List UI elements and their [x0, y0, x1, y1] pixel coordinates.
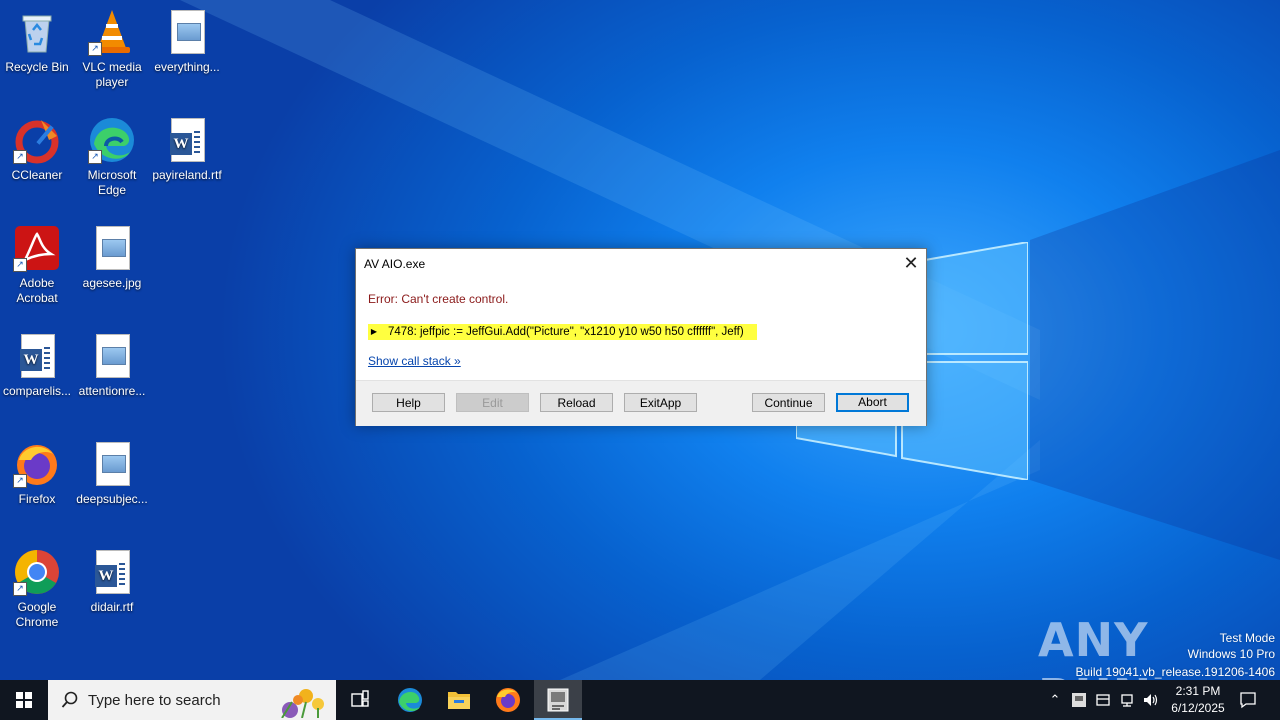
- desktop-icon-label: deepsubjec...: [76, 492, 148, 506]
- windows-start-icon: [16, 692, 32, 708]
- line-pointer-icon: ▶: [370, 327, 378, 336]
- word-document-icon: W: [88, 548, 136, 596]
- error-dialog: AV AIO.exe ✕ Error: Can't create control…: [355, 248, 927, 426]
- shortcut-arrow-icon: ↗: [13, 582, 27, 596]
- microsoft-edge-icon: [398, 688, 422, 712]
- word-document-icon: W: [163, 116, 211, 164]
- desktop-icon-label: Recycle Bin: [5, 60, 69, 74]
- desktop-icon-label: attentionre...: [78, 384, 146, 398]
- desktop-icon-label: VLC media player: [82, 60, 142, 89]
- shortcut-arrow-icon: ↗: [88, 150, 102, 164]
- task-view-icon: [351, 690, 369, 707]
- vlc-cone-icon: ↗: [88, 8, 136, 56]
- continue-button[interactable]: Continue: [752, 393, 825, 412]
- desktop-icon-attentionre[interactable]: attentionre...: [75, 332, 149, 399]
- help-button[interactable]: Help: [372, 393, 445, 412]
- reload-button[interactable]: Reload: [540, 393, 613, 412]
- shortcut-arrow-icon: ↗: [13, 258, 27, 272]
- taskbar-autohotkey-button[interactable]: [534, 680, 582, 720]
- desktop-icon-microsoft-edge[interactable]: ↗ Microsoft Edge: [75, 116, 149, 198]
- desktop-icon-label: Firefox: [18, 492, 56, 506]
- desktop-icon-adobe-acrobat[interactable]: ↗ Adobe Acrobat: [0, 224, 74, 306]
- desktop-icon-label: agesee.jpg: [82, 276, 142, 290]
- desktop-icon-agesee-jpg[interactable]: agesee.jpg: [75, 224, 149, 291]
- desktop-icon-comparelis[interactable]: W comparelis...: [0, 332, 74, 399]
- taskbar-search-box[interactable]: Type here to search: [48, 680, 336, 720]
- show-hidden-icons-chevron-up-icon[interactable]: ⌃: [1046, 691, 1064, 709]
- word-document-icon: W: [13, 332, 61, 380]
- defender-security-icon[interactable]: [1094, 691, 1112, 709]
- watermark-os: Windows 10 Pro: [1187, 647, 1275, 661]
- taskbar-file-explorer-button[interactable]: [435, 680, 483, 720]
- tray-app-icon[interactable]: [1070, 691, 1088, 709]
- watermark-build: Build 19041.vb_release.191206-1406: [1075, 665, 1276, 679]
- desktop-icon-didair-rtf[interactable]: W didair.rtf: [75, 548, 149, 615]
- code-line-text: 7478: jeffpic := JeffGui.Add("Picture", …: [388, 326, 744, 338]
- clock-time: 2:31 PM: [1175, 684, 1221, 698]
- desktop-icon-label: everything...: [154, 60, 220, 74]
- autohotkey-app-icon: [547, 688, 569, 712]
- desktop-icon-firefox[interactable]: ↗ Firefox: [0, 440, 74, 507]
- edit-button[interactable]: Edit: [456, 393, 529, 412]
- desktop-icon-ccleaner[interactable]: ↗ CCleaner: [0, 116, 74, 183]
- search-placeholder: Type here to search: [88, 692, 221, 709]
- error-code-line: ▶ 7478: jeffpic := JeffGui.Add("Picture"…: [368, 324, 757, 340]
- task-view-button[interactable]: [336, 680, 384, 720]
- desktop-icon-label: comparelis...: [2, 384, 72, 398]
- firefox-icon: ↗: [13, 440, 61, 488]
- start-button[interactable]: [0, 680, 48, 720]
- dialog-button-bar: Help Edit Reload ExitApp Continue Abort: [356, 380, 926, 426]
- folder-icon: [448, 692, 470, 709]
- desktop-icon-label: payireland.rtf: [152, 168, 222, 182]
- shortcut-arrow-icon: ↗: [13, 150, 27, 164]
- microsoft-edge-icon: ↗: [88, 116, 136, 164]
- desktop-icon-google-chrome[interactable]: ↗ Google Chrome: [0, 548, 74, 630]
- firefox-icon: [496, 688, 520, 712]
- volume-icon[interactable]: [1142, 691, 1160, 709]
- desktop-icon-label: Adobe Acrobat: [16, 276, 58, 305]
- desktop-icon-vlc[interactable]: ↗ VLC media player: [75, 8, 149, 90]
- desktop-icon-deepsubjec[interactable]: deepsubjec...: [75, 440, 149, 507]
- exitapp-button[interactable]: ExitApp: [624, 393, 697, 412]
- show-call-stack-link[interactable]: Show call stack »: [368, 354, 461, 368]
- desktop-icon-everything[interactable]: everything...: [150, 8, 224, 75]
- adobe-acrobat-icon: ↗: [13, 224, 61, 272]
- taskbar-clock[interactable]: 2:31 PM 6/12/2025: [1162, 683, 1234, 717]
- taskbar-edge-button[interactable]: [386, 680, 434, 720]
- image-file-icon: [163, 8, 211, 56]
- desktop-icon-recycle-bin[interactable]: Recycle Bin: [0, 8, 74, 75]
- shortcut-arrow-icon: ↗: [88, 42, 102, 56]
- shortcut-arrow-icon: ↗: [13, 474, 27, 488]
- image-file-icon: [88, 224, 136, 272]
- network-icon[interactable]: [1118, 691, 1136, 709]
- error-message: Error: Can't create control.: [368, 292, 509, 306]
- abort-button[interactable]: Abort: [836, 393, 909, 412]
- google-chrome-icon: ↗: [13, 548, 61, 596]
- desktop: Recycle Bin ↗ CCleaner ↗ Adobe Acrobat W…: [0, 0, 1280, 680]
- watermark-test-mode: Test Mode: [1219, 631, 1275, 645]
- ccleaner-icon: ↗: [13, 116, 61, 164]
- image-file-icon: [88, 440, 136, 488]
- action-center-notification-icon[interactable]: [1238, 691, 1258, 709]
- clock-date: 6/12/2025: [1171, 701, 1225, 715]
- desktop-icon-label: didair.rtf: [90, 600, 134, 614]
- image-file-icon: [88, 332, 136, 380]
- taskbar: Type here to search ⌃ 2:31 PM 6/12/2025: [0, 680, 1280, 720]
- dialog-title: AV AIO.exe: [364, 257, 426, 271]
- search-highlight-flowers-icon: [281, 689, 324, 718]
- desktop-icon-label: Google Chrome: [15, 600, 59, 629]
- close-icon[interactable]: ✕: [896, 249, 926, 277]
- search-icon: [61, 691, 78, 708]
- taskbar-firefox-button[interactable]: [484, 680, 532, 720]
- recycle-bin-icon: [13, 8, 61, 56]
- desktop-icon-label: CCleaner: [11, 168, 63, 182]
- desktop-icon-label: Microsoft Edge: [87, 168, 137, 197]
- desktop-icon-payireland-rtf[interactable]: W payireland.rtf: [150, 116, 224, 183]
